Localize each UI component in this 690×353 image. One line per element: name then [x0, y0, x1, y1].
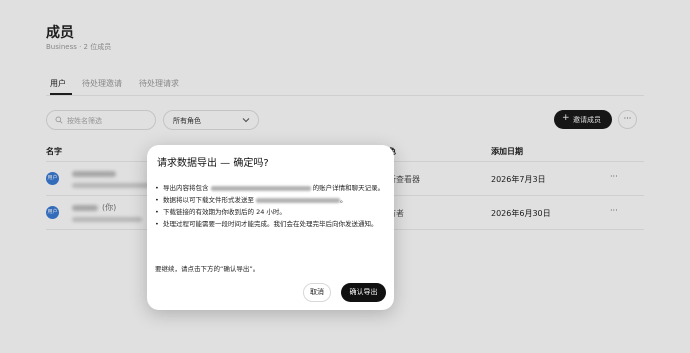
export-confirm-dialog: 请求数据导出 — 确定吗? 导出内容将包含 的账户详情和聊天记录。 数据将以可下… [147, 145, 394, 310]
bullet-text: 数据将以可下载文件形式发送至 [163, 196, 257, 204]
confirm-export-button[interactable]: 确认导出 [341, 283, 386, 302]
dialog-bullet: 导出内容将包含 的账户详情和聊天记录。 [155, 183, 387, 193]
bullet-text: 处理过程可能需要一段时间才能完成。我们会在处理完毕后向你发送通知。 [163, 220, 378, 228]
redacted-email [256, 197, 341, 203]
dialog-note: 要继续，请点击下方的“确认导出”。 [155, 265, 260, 273]
redacted-email [210, 185, 311, 191]
bullet-text: 下载链接的有效期为你收到后的 24 小时。 [163, 208, 286, 216]
bullet-text: 。 [340, 196, 347, 204]
dialog-body: 导出内容将包含 的账户详情和聊天记录。 数据将以可下载文件形式发送至 。 下载链… [155, 183, 387, 231]
bullet-text: 的账户详情和聊天记录。 [310, 184, 385, 192]
bullet-text: 导出内容将包含 [163, 184, 211, 192]
dialog-bullet: 下载链接的有效期为你收到后的 24 小时。 [155, 207, 387, 217]
dialog-bullet: 数据将以可下载文件形式发送至 。 [155, 195, 387, 205]
dialog-title: 请求数据导出 — 确定吗? [157, 158, 269, 169]
dialog-bullet: 处理过程可能需要一段时间才能完成。我们会在处理完毕后向你发送通知。 [155, 219, 387, 229]
cancel-button[interactable]: 取消 [303, 283, 331, 302]
